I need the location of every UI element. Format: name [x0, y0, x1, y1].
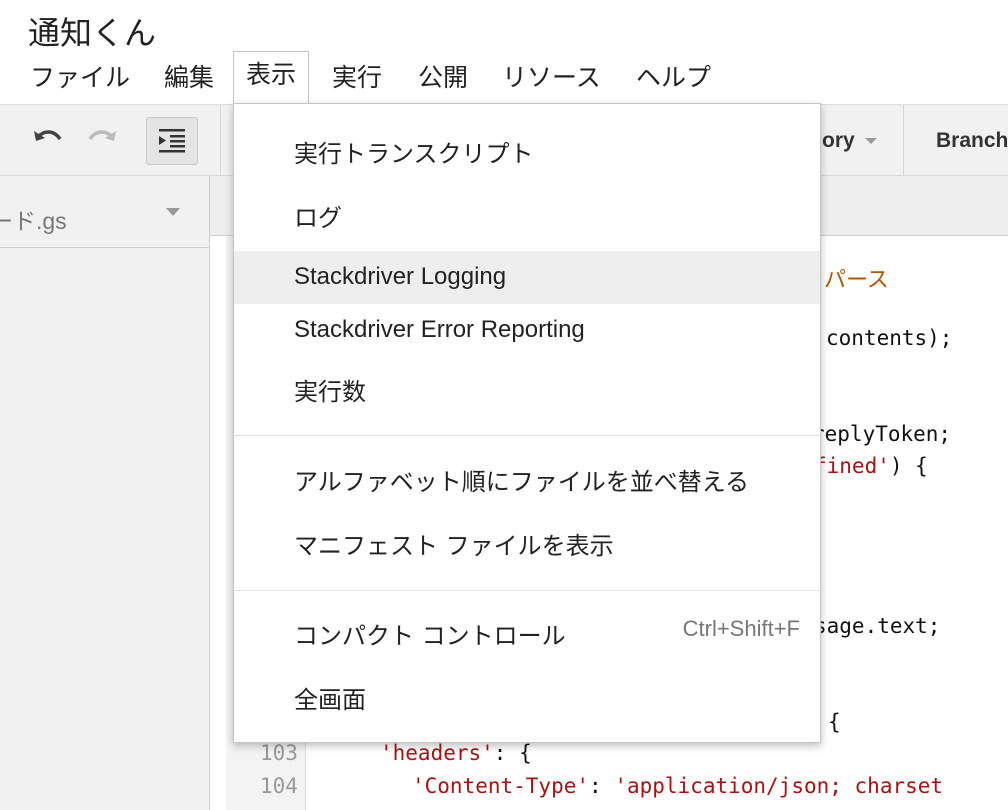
menu-item-label: ログ [294, 204, 342, 232]
menu-item-label: 全画面 [294, 686, 366, 714]
menu-item-sort-files[interactable]: アルファベット順にファイルを並べ替える [234, 462, 820, 502]
code-line: 'headers': { [380, 741, 532, 765]
file-panel: ード.gs [0, 176, 210, 810]
menu-item-fullscreen[interactable]: 全画面 [234, 680, 820, 720]
view-menu-dropdown: 実行トランスクリプト ログ Stackdriver Logging Stackd… [233, 103, 821, 743]
menu-item-label: マニフェスト ファイルを表示 [294, 532, 614, 560]
code-fragment: { [828, 710, 841, 734]
menu-item-label: 実行数 [294, 378, 366, 406]
chevron-down-icon[interactable] [166, 208, 180, 216]
code-fragment: sage.text; [814, 614, 941, 638]
branch-button[interactable]: Branch [936, 129, 1008, 153]
menu-view[interactable]: 表示 [233, 51, 310, 103]
menu-item-logs[interactable]: ログ [234, 198, 820, 238]
toolbar-separator [220, 105, 221, 177]
menu-resources[interactable]: リソース [500, 58, 603, 98]
menu-item-stackdriver-logging[interactable]: Stackdriver Logging [234, 251, 820, 304]
history-label: ory [822, 129, 855, 152]
menu-separator [234, 435, 820, 436]
menu-file[interactable]: ファイル [28, 58, 132, 98]
menu-item-label: 実行トランスクリプト [294, 140, 534, 168]
menu-item-executions[interactable]: 実行数 [234, 372, 820, 412]
indent-icon [159, 129, 185, 153]
menu-help[interactable]: ヘルプ [634, 58, 713, 98]
undo-icon [34, 130, 62, 141]
code-line: 'Content-Type': 'application/json; chars… [412, 774, 944, 798]
menu-item-label: Stackdriver Logging [294, 263, 507, 290]
menu-item-show-manifest[interactable]: マニフェスト ファイルを表示 [234, 526, 820, 566]
line-number: 103 [260, 741, 298, 765]
code-fragment: replyToken; [812, 422, 952, 446]
chevron-down-icon [864, 138, 877, 145]
menu-separator [234, 590, 820, 591]
menu-run[interactable]: 実行 [330, 58, 384, 98]
menu-item-shortcut: Ctrl+Shift+F [682, 616, 800, 641]
redo-icon [88, 130, 116, 141]
menu-item-execution-transcript[interactable]: 実行トランスクリプト [234, 134, 820, 174]
menubar: ファイル 編集 表示 実行 公開 リソース ヘルプ [0, 51, 1008, 104]
file-list-item[interactable]: ード.gs [0, 176, 209, 248]
history-dropdown[interactable]: ory [822, 129, 877, 153]
line-number: 104 [260, 774, 298, 798]
redo-button[interactable] [82, 119, 122, 159]
menu-item-label: アルファベット順にファイルを並べ替える [294, 468, 750, 496]
app-title[interactable]: 通知くん [28, 8, 156, 54]
menu-item-label: コンパクト コントロール [294, 622, 566, 650]
menu-item-compact-controls[interactable]: コンパクト コントロール Ctrl+Shift+F [234, 616, 820, 656]
undo-button[interactable] [28, 119, 68, 159]
menu-edit[interactable]: 編集 [162, 58, 216, 98]
indent-button[interactable] [146, 117, 198, 165]
menu-publish[interactable]: 公開 [416, 58, 470, 98]
code-fragment: fined') { [814, 454, 928, 478]
toolbar-separator [903, 105, 904, 177]
menu-item-label: Stackdriver Error Reporting [294, 316, 585, 343]
code-fragment: contents); [826, 326, 953, 350]
menu-item-stackdriver-error-reporting[interactable]: Stackdriver Error Reporting [234, 316, 820, 356]
file-name: ード.gs [0, 208, 67, 234]
